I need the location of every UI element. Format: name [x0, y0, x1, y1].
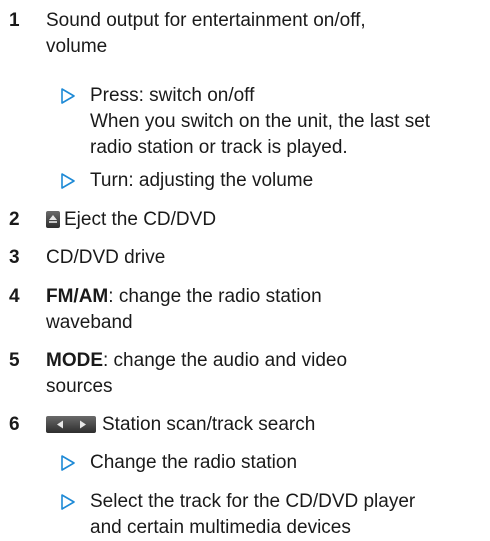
triangle-bullet-icon — [61, 173, 75, 189]
item-text-line: MODE: change the audio and video — [46, 348, 476, 374]
item-text: FM/AM: change the radio station waveband — [46, 284, 476, 336]
item-text: Sound output for entertainment on/off, v… — [46, 8, 476, 60]
item-text-line: waveband — [46, 312, 133, 333]
item-label: Station scan/track search — [102, 414, 316, 435]
item-label: Eject the CD/DVD — [64, 209, 217, 230]
item-text: Eject the CD/DVD — [46, 207, 476, 233]
item-number: 1 — [9, 10, 20, 31]
item-text-line: FM/AM: change the radio station — [46, 284, 476, 310]
item-text-line: volume — [46, 36, 108, 57]
manual-page: 1 Sound output for entertainment on/off,… — [0, 0, 490, 541]
item-number: 2 — [9, 209, 20, 230]
item-text-line: sources — [46, 376, 113, 397]
eject-button-icon — [46, 211, 60, 228]
triangle-bullet-icon — [61, 494, 75, 510]
sub-item-line: Press: switch on/off — [90, 85, 255, 106]
triangle-bullet-icon — [61, 88, 75, 104]
sub-item-line: radio station or track is played. — [90, 137, 348, 158]
triangle-bullet-icon — [61, 455, 75, 471]
item-description: : change the audio and video — [103, 350, 348, 371]
seek-buttons-icon — [46, 416, 96, 433]
item-number: 4 — [9, 286, 20, 307]
item-text: Station scan/track search — [46, 412, 476, 438]
sub-item-line: Turn: adjusting the volume — [90, 170, 314, 191]
sub-item-text: Select the track for the CD/DVD player a… — [90, 489, 480, 541]
item-description: : change the radio station — [108, 286, 322, 307]
item-keyword: MODE — [46, 350, 103, 371]
sub-item-text: Change the radio station — [90, 450, 480, 476]
item-text: MODE: change the audio and video sources — [46, 348, 476, 400]
item-number: 6 — [9, 414, 20, 435]
sub-item-text: Turn: adjusting the volume — [90, 168, 480, 194]
sub-item-text: Press: switch on/off When you switch on … — [90, 83, 480, 161]
sub-item-line: Select the track for the CD/DVD player — [90, 491, 416, 512]
item-number: 3 — [9, 247, 20, 268]
item-text: CD/DVD drive — [46, 247, 166, 268]
sub-item-line: and certain multimedia devices — [90, 517, 351, 538]
item-keyword: FM/AM — [46, 286, 109, 307]
item-text-line: Sound output for entertainment on/off, — [46, 10, 366, 31]
item-number: 5 — [9, 350, 20, 371]
sub-item-line: When you switch on the unit, the last se… — [90, 111, 431, 132]
sub-item-line: Change the radio station — [90, 452, 298, 473]
